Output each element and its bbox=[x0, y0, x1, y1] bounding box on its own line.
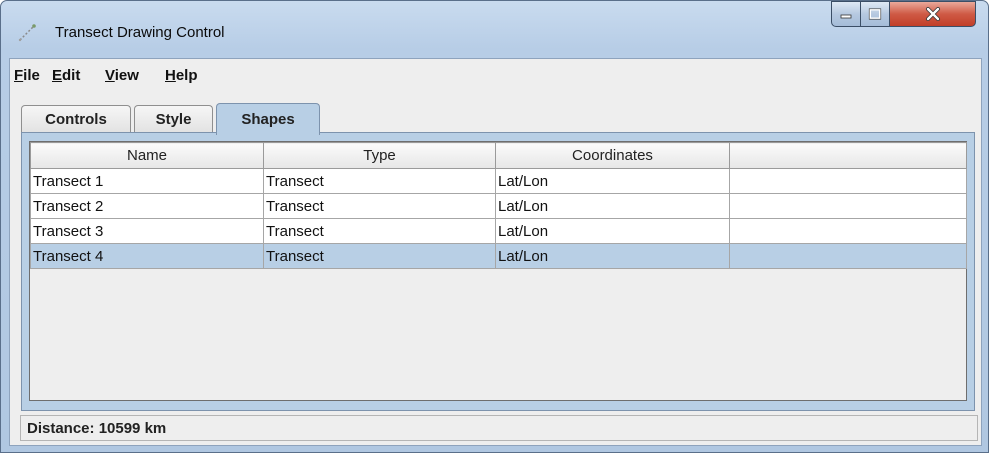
menu-edit[interactable]: Edit bbox=[52, 67, 80, 84]
cell-type[interactable]: Transect bbox=[263, 168, 496, 194]
table-row[interactable]: Transect 1 Transect Lat/Lon bbox=[30, 168, 967, 194]
cell-coordinates[interactable]: Lat/Lon bbox=[495, 168, 730, 194]
menu-view-mnemonic: V bbox=[105, 67, 115, 84]
menu-help[interactable]: Help bbox=[165, 67, 198, 84]
column-header-coordinates[interactable]: Coordinates bbox=[495, 142, 730, 169]
tab-shapes-label: Shapes bbox=[241, 111, 295, 128]
cell-extra[interactable] bbox=[729, 193, 967, 219]
cell-coordinates[interactable]: Lat/Lon bbox=[495, 243, 730, 269]
maximize-button[interactable] bbox=[860, 1, 890, 27]
menu-edit-label: dit bbox=[62, 67, 81, 84]
table-row[interactable]: Transect 3 Transect Lat/Lon bbox=[30, 218, 967, 244]
cell-type[interactable]: Transect bbox=[263, 243, 496, 269]
cell-extra[interactable] bbox=[729, 243, 967, 269]
minimize-icon bbox=[840, 14, 852, 19]
shapes-table: Name Type Coordinates Transect 1 Transec… bbox=[30, 142, 967, 269]
menu-bar: File Edit View Help bbox=[10, 59, 981, 89]
cell-type[interactable]: Transect bbox=[263, 193, 496, 219]
app-window: Transect Drawing Control File Edit View … bbox=[0, 0, 989, 453]
close-button[interactable] bbox=[889, 1, 976, 27]
cell-name[interactable]: Transect 1 bbox=[30, 168, 264, 194]
status-bar: Distance: 10599 km bbox=[10, 413, 981, 445]
cell-type[interactable]: Transect bbox=[263, 218, 496, 244]
menu-help-label: elp bbox=[175, 67, 198, 84]
cell-name[interactable]: Transect 2 bbox=[30, 193, 264, 219]
cell-extra[interactable] bbox=[729, 168, 967, 194]
minimize-button[interactable] bbox=[831, 1, 861, 27]
tab-style[interactable]: Style bbox=[134, 105, 213, 133]
tab-controls[interactable]: Controls bbox=[21, 105, 131, 133]
distance-readout: Distance: 10599 km bbox=[27, 420, 167, 437]
cell-name[interactable]: Transect 4 bbox=[30, 243, 264, 269]
menu-file-mnemonic: F bbox=[14, 67, 24, 84]
table-header-row: Name Type Coordinates bbox=[30, 142, 967, 169]
maximize-icon bbox=[868, 8, 882, 20]
transect-line-icon bbox=[18, 24, 36, 42]
cell-extra[interactable] bbox=[729, 218, 967, 244]
status-field: Distance: 10599 km bbox=[20, 415, 978, 441]
client-area: File Edit View Help Controls Style Shape… bbox=[9, 58, 982, 446]
menu-view-label: iew bbox=[114, 67, 139, 84]
cell-coordinates[interactable]: Lat/Lon bbox=[495, 218, 730, 244]
table-row[interactable]: Transect 2 Transect Lat/Lon bbox=[30, 193, 967, 219]
close-icon bbox=[925, 7, 940, 21]
menu-help-mnemonic: H bbox=[165, 67, 176, 84]
cell-name[interactable]: Transect 3 bbox=[30, 218, 264, 244]
title-bar[interactable]: Transect Drawing Control bbox=[1, 1, 988, 57]
column-header-type[interactable]: Type bbox=[263, 142, 496, 169]
menu-view[interactable]: View bbox=[105, 67, 139, 84]
menu-edit-mnemonic: E bbox=[52, 67, 63, 84]
menu-file[interactable]: File bbox=[14, 67, 40, 84]
menu-file-label: ile bbox=[23, 67, 40, 84]
cell-coordinates[interactable]: Lat/Lon bbox=[495, 193, 730, 219]
shapes-panel: Name Type Coordinates Transect 1 Transec… bbox=[21, 132, 975, 411]
tab-strip: Controls Style Shapes bbox=[10, 89, 981, 135]
tab-style-label: Style bbox=[155, 111, 192, 128]
shapes-table-container: Name Type Coordinates Transect 1 Transec… bbox=[29, 141, 967, 401]
window-title: Transect Drawing Control bbox=[55, 24, 225, 41]
tab-shapes[interactable]: Shapes bbox=[216, 103, 320, 135]
tab-controls-label: Controls bbox=[45, 111, 107, 128]
column-header-name[interactable]: Name bbox=[30, 142, 264, 169]
column-header-extra[interactable] bbox=[729, 142, 967, 169]
table-row-selected[interactable]: Transect 4 Transect Lat/Lon bbox=[30, 243, 967, 269]
